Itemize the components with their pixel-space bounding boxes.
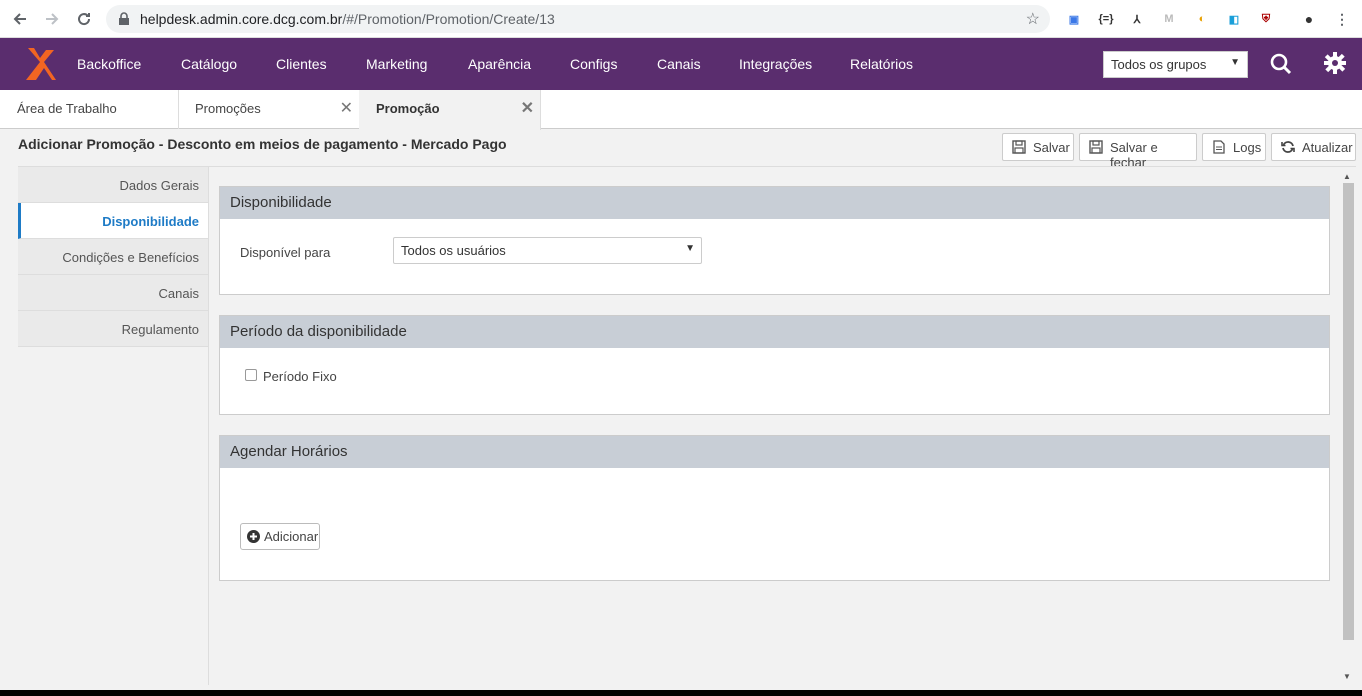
refresh-button-label: Atualizar: [1302, 140, 1353, 155]
back-arrow-icon[interactable]: [9, 8, 31, 30]
floppy-icon: [1089, 140, 1103, 154]
menu-catalogo[interactable]: Catálogo: [181, 56, 237, 72]
reload-icon[interactable]: [73, 8, 95, 30]
browser-toolbar: helpdesk.admin.core.dcg.com.br/#/Promoti…: [0, 0, 1362, 38]
logs-button[interactable]: Logs: [1202, 133, 1266, 161]
tab-promocoes[interactable]: Promoções ✕: [178, 90, 360, 129]
forward-arrow-icon[interactable]: [41, 8, 63, 30]
period-panel-title: Período da disponibilidade: [220, 316, 1329, 348]
side-navigation: Dados Gerais Disponibilidade Condições e…: [18, 167, 209, 347]
tab-label: Área de Trabalho: [17, 101, 117, 116]
side-item-regulamento[interactable]: Regulamento: [18, 311, 209, 347]
document-icon: [1213, 140, 1225, 154]
scrollbar-thumb[interactable]: [1343, 183, 1354, 640]
extension-6-icon[interactable]: ◧: [1225, 10, 1243, 28]
url-host: helpdesk.admin.core.dcg.com.br: [140, 11, 343, 27]
logs-button-label: Logs: [1233, 140, 1262, 155]
side-item-condicoes-beneficios[interactable]: Condições e Benefícios: [18, 239, 209, 275]
menu-marketing[interactable]: Marketing: [366, 56, 427, 72]
tab-label: Promoções: [195, 101, 261, 116]
side-divider: [208, 167, 209, 685]
gear-icon[interactable]: [1324, 52, 1346, 74]
caret-down-icon: ▼: [1230, 57, 1240, 68]
url-path: /#/Promotion/Promotion/Create/13: [342, 11, 555, 27]
fixed-period-label: Período Fixo: [263, 369, 337, 384]
side-item-canais[interactable]: Canais: [18, 275, 209, 311]
tab-area-de-trabalho[interactable]: Área de Trabalho: [0, 90, 179, 129]
bookmark-star-icon[interactable]: ☆: [1026, 9, 1040, 29]
kebab-menu-icon[interactable]: ⋮: [1333, 10, 1351, 28]
add-schedule-label: Adicionar: [264, 529, 319, 544]
availability-panel-title: Disponibilidade: [220, 187, 1329, 219]
menu-aparencia[interactable]: Aparência: [468, 56, 531, 72]
save-button[interactable]: Salvar: [1002, 133, 1074, 161]
refresh-icon: [1281, 141, 1295, 153]
extension-3-icon[interactable]: ⅄: [1128, 10, 1146, 28]
page-title: Adicionar Promoção - Desconto em meios d…: [18, 136, 507, 152]
address-bar[interactable]: helpdesk.admin.core.dcg.com.br/#/Promoti…: [106, 5, 1050, 33]
availability-panel: Disponibilidade Disponível para Todos os…: [219, 186, 1330, 295]
tab-bar: Área de Trabalho Promoções ✕ Promoção ✕: [0, 90, 1362, 130]
menu-configs[interactable]: Configs: [570, 56, 617, 72]
schedule-panel: Agendar Horários Adicionar: [219, 435, 1330, 581]
save-close-button[interactable]: Salvar e fechar: [1079, 133, 1197, 170]
scroll-down-icon[interactable]: ▼: [1343, 672, 1351, 681]
schedule-panel-title: Agendar Horários: [220, 436, 1329, 468]
lock-icon: [119, 12, 129, 25]
bottom-edge: [0, 690, 1362, 696]
tab-promocao[interactable]: Promoção ✕: [359, 90, 541, 130]
save-button-label: Salvar: [1033, 140, 1070, 155]
side-item-disponibilidade[interactable]: Disponibilidade: [18, 203, 209, 239]
close-icon[interactable]: ✕: [340, 98, 353, 118]
extension-json-icon[interactable]: {=}: [1097, 10, 1115, 28]
add-schedule-button[interactable]: Adicionar: [240, 523, 320, 550]
side-item-dados-gerais[interactable]: Dados Gerais: [18, 167, 209, 203]
available-for-value: Todos os usuários: [401, 243, 506, 258]
top-navigation: Backoffice Catálogo Clientes Marketing A…: [0, 38, 1362, 90]
extension-5-icon[interactable]: ◐: [1193, 10, 1211, 28]
extension-1-icon[interactable]: ▣: [1065, 10, 1083, 28]
scroll-up-icon[interactable]: ▲: [1343, 172, 1351, 181]
url-text: helpdesk.admin.core.dcg.com.br/#/Promoti…: [140, 11, 555, 27]
search-icon[interactable]: [1270, 53, 1292, 75]
period-panel: Período da disponibilidade Período Fixo: [219, 315, 1330, 415]
close-icon[interactable]: ✕: [521, 98, 534, 118]
menu-backoffice[interactable]: Backoffice: [77, 56, 141, 72]
menu-clientes[interactable]: Clientes: [276, 56, 327, 72]
caret-down-icon: ▼: [685, 243, 695, 254]
tab-label: Promoção: [376, 101, 440, 116]
extension-7-icon[interactable]: ⛨: [1257, 10, 1275, 28]
menu-integracoes[interactable]: Integrações: [739, 56, 812, 72]
available-for-select[interactable]: Todos os usuários ▼: [393, 237, 702, 264]
plus-circle-icon: [247, 530, 260, 543]
group-select[interactable]: Todos os grupos ▼: [1103, 51, 1248, 78]
profile-avatar-icon[interactable]: ●: [1300, 10, 1318, 28]
extension-m-icon[interactable]: M: [1160, 10, 1178, 28]
menu-relatorios[interactable]: Relatórios: [850, 56, 913, 72]
available-for-label: Disponível para: [240, 245, 331, 260]
refresh-button[interactable]: Atualizar: [1271, 133, 1356, 161]
menu-canais[interactable]: Canais: [657, 56, 701, 72]
floppy-icon: [1012, 140, 1026, 154]
header-divider: [18, 166, 1356, 167]
brand-logo-icon: [26, 48, 56, 80]
group-select-value: Todos os grupos: [1111, 57, 1207, 72]
fixed-period-checkbox[interactable]: [245, 369, 257, 381]
